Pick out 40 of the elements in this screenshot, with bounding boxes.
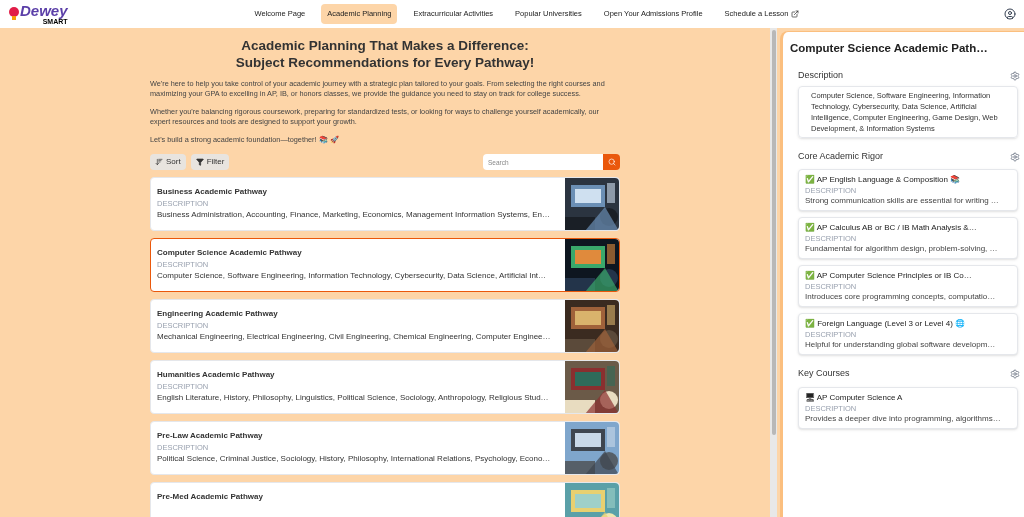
user-account-icon[interactable] (1004, 8, 1016, 20)
section-heading: Core Academic Rigor (798, 149, 884, 163)
settings-icon[interactable] (1010, 369, 1020, 379)
filter-icon (195, 158, 204, 166)
course-title: ✅ Foreign Language (Level 3 or Level 4) 🌐 (805, 318, 967, 330)
pathway-title: Business Academic Pathway (157, 186, 268, 198)
course-description: Fundamental for algorithm design, problem-solving, … (805, 244, 999, 255)
pathway-description: Mechanical Engineering, Electrical Engineering, Civil Engineering, Chemical Engineering, Computer Enginee… (157, 331, 552, 342)
course-description: Helpful for understanding global software developm… (805, 340, 997, 351)
search-icon (607, 158, 616, 166)
page-heading: Academic Planning That Makes a Difference: Subject Recommendations for Every Pathway! (234, 37, 536, 71)
scrollbar[interactable] (770, 28, 777, 517)
section-heading: Description (798, 69, 844, 83)
bulb-icon (8, 7, 20, 21)
detail-title: Computer Science Academic Path… (790, 41, 989, 56)
course-description: Provides a deeper dive into programming, algorithms… (805, 413, 1002, 424)
pathway-description: Political Science, Criminal Justice, Sociology, History, Philosophy, International Relations, Psychology, Econo… (157, 453, 552, 464)
pathway-title: Humanities Academic Pathway (157, 369, 276, 381)
pathway-title: Computer Science Academic Pathway (157, 247, 303, 259)
search-button[interactable] (603, 154, 620, 170)
section-heading: Key Courses (798, 367, 850, 381)
course-description: Strong communication skills are essential for writing … (805, 196, 1000, 207)
course-title: 🖥 AP Computer Science A (805, 391, 904, 403)
sort-icon (155, 158, 163, 166)
settings-icon[interactable] (1010, 71, 1020, 81)
pathway-description: Computer Science, Software Engineering, Information Technology, Cybersecurity, Data Science, Artificial Int… (157, 270, 548, 281)
sort-button[interactable]: Sort (150, 154, 186, 170)
course-title: ✅ AP English Language & Composition 📚 (805, 174, 962, 186)
course-title: ✅ AP Computer Science Principles or IB Co… (805, 270, 973, 282)
course-description: Introduces core programming concepts, computatio… (805, 292, 997, 303)
course-title: ✅ AP Calculus AB or BC / IB Math Analysis &… (805, 222, 978, 234)
pathway-card[interactable]: Pre-Med Academic Pathway (150, 482, 620, 517)
pathway-title: Engineering Academic Pathway (157, 308, 279, 320)
pathway-description: English Literature, History, Philosophy, Linguistics, Political Science, Sociology, Anthropology, Religious Stud… (157, 392, 550, 403)
logo-wordmark[interactable]: Dewey (20, 3, 68, 18)
pathway-title: Pre-Law Academic Pathway (157, 430, 264, 442)
pathway-title: Pre-Med Academic Pathway (157, 491, 264, 503)
filter-button[interactable]: Filter (190, 154, 230, 170)
pathway-description: Business Administration, Accounting, Finance, Marketing, Economics, Management Information Systems, En… (157, 209, 552, 220)
settings-icon[interactable] (1010, 151, 1020, 162)
